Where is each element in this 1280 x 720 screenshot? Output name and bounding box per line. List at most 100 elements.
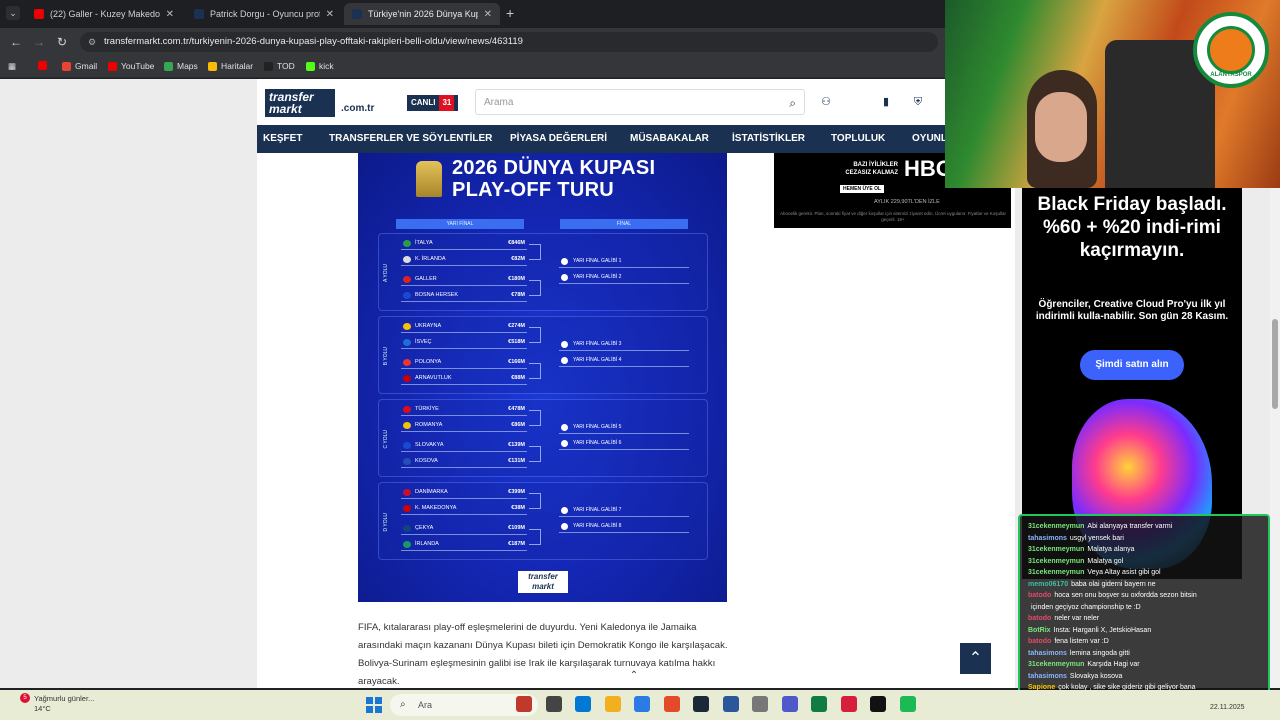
search-icon[interactable]: ⌕ (789, 90, 796, 116)
taskbar-app-icon[interactable] (634, 696, 650, 712)
team-name: POLONYA (415, 359, 442, 365)
bookmark-gmail[interactable]: Gmail (62, 61, 97, 71)
taskbar-app-icon[interactable] (840, 696, 857, 712)
team-market-value: €846M (508, 240, 525, 246)
chevron-up-icon[interactable]: ⌃ (620, 669, 648, 683)
bookmark-kick[interactable]: kick (306, 61, 334, 71)
bracket-line (529, 529, 541, 545)
tab-search-button[interactable]: ⌄ (6, 6, 20, 20)
shield-icon[interactable]: ⛨ (911, 95, 925, 109)
chat-text: Veya Altay asist gibi gol (1087, 569, 1161, 576)
flag-icon (403, 489, 411, 496)
apps-icon[interactable]: ▦ (8, 61, 16, 72)
kick-icon (306, 61, 315, 71)
team-row: K. MAKEDONYA €38M (401, 503, 527, 515)
nav-transferler[interactable]: TRANSFERLER VE SÖYLENTİLER (329, 125, 492, 153)
chat-username: 31cekenmeymun (1028, 661, 1085, 668)
bookmark-youtube-icon[interactable] (38, 61, 47, 70)
clock-date[interactable]: 22.11.2025 (1210, 704, 1245, 711)
chat-message: memo06170 baba olai giderni bayern ne (1028, 580, 1268, 589)
team-row: K. İRLANDA €82M (401, 254, 527, 266)
nav-istatistikler[interactable]: İSTATİSTİKLER (732, 125, 805, 153)
playoff-bracket-image: 2026 DÜNYA KUPASI PLAY-OFF TURU YARI FİN… (358, 153, 727, 602)
flag-icon (403, 422, 411, 429)
chat-username: 31cekenmeymun (1028, 546, 1085, 553)
bracket-group: B YOLU UKRAYNA €274M İSVEÇ €518M POLONYA €166M… (378, 316, 708, 394)
flag-icon (403, 323, 411, 330)
team-market-value: €82M (511, 256, 525, 262)
nav-piyasa-degerleri[interactable]: PİYASA DEĞERLERİ (510, 125, 607, 153)
bookmark-youtube[interactable]: YouTube (108, 61, 154, 71)
team-name: İTALYA (415, 240, 433, 246)
semi-final-winner-slot: YARI FİNAL GALİBİ 7 (559, 505, 689, 517)
taskbar-app-icon[interactable] (811, 696, 827, 712)
chat-message: 31cekenmeymun Malatya alanya (1028, 545, 1268, 554)
taskbar-app-icon[interactable] (663, 696, 680, 712)
taskbar-app-icon[interactable] (575, 696, 591, 712)
forward-icon[interactable]: → (33, 35, 45, 49)
bookmark-tod[interactable]: TOD (264, 61, 295, 71)
flag-icon (403, 256, 411, 263)
taskbar-app-icon[interactable] (604, 696, 621, 712)
taskbar-app-icon[interactable] (781, 696, 798, 712)
site-domain[interactable]: .com.tr (341, 103, 374, 114)
nav-musabakalar[interactable]: MÜSABAKALAR (630, 125, 709, 153)
taskbar-app-icon[interactable] (545, 696, 562, 712)
bookmark-haritalar[interactable]: Haritalar (208, 61, 253, 71)
nav-oyunlar[interactable]: OYUNL (912, 125, 947, 153)
taskbar-app-icon[interactable] (722, 696, 739, 712)
back-icon[interactable]: ← (10, 35, 22, 49)
bookmark-maps[interactable]: Maps (164, 61, 198, 71)
transfermarkt-logo[interactable]: transfer markt (265, 89, 335, 117)
url-bar[interactable]: ⚙ transfermarkt.com.tr/turkiyenin-2026-d… (80, 32, 938, 52)
new-tab-button[interactable]: + (506, 5, 514, 21)
chat-username: BotRix (1028, 626, 1051, 634)
team-market-value: €166M (508, 359, 525, 365)
close-icon[interactable]: ✕ (326, 9, 334, 20)
chat-text: Abi alanyaya transfer varmi (1087, 523, 1173, 530)
bookmark-icon[interactable]: ▮ (879, 95, 893, 109)
site-info-icon[interactable]: ⚙ (88, 32, 96, 52)
taskbar-app-icon[interactable] (752, 696, 768, 712)
scrollbar-thumb[interactable] (1272, 319, 1278, 409)
search-input[interactable]: Arama ⌕ (475, 89, 805, 115)
tab-turkiye-2026[interactable]: Türkiye'nin 2026 Dünya Kupası ✕ (344, 3, 500, 25)
tab-title: Patrick Dorgu - Oyuncu profili (210, 9, 320, 19)
buy-now-button[interactable]: Şimdi satın alın (1080, 350, 1184, 380)
semi-final-winner-slot: YARI FİNAL GALİBİ 6 (559, 438, 689, 450)
team-name: ARNAVUTLUK (415, 375, 452, 381)
team-market-value: €109M (508, 525, 525, 531)
nav-kesfet[interactable]: KEŞFET (263, 125, 302, 153)
nav-topluluk[interactable]: TOPLULUK (831, 125, 885, 153)
team-name: K. İRLANDA (415, 256, 446, 262)
taskbar-app-icon[interactable] (899, 696, 916, 712)
transfermarkt-icon (194, 9, 204, 19)
user-search-icon[interactable]: ⚇ (819, 95, 833, 109)
stream-chat: 31cekenmeymun Abi alanyaya transfer varmi… (1018, 514, 1270, 702)
taskbar-app-icon[interactable] (693, 696, 709, 712)
reload-icon[interactable]: ↻ (57, 35, 67, 49)
alanyaspor-logo: ALANYASPOR (1193, 12, 1269, 88)
chat-username: tahasimons (1028, 672, 1067, 680)
chat-message: batodo hoca sen onu boşver su oxfordda se… (1028, 591, 1268, 600)
taskbar-app-icon[interactable] (870, 696, 886, 712)
world-cup-trophy-icon (416, 161, 442, 197)
close-icon[interactable]: ✕ (166, 9, 174, 20)
taskbar-app-icon[interactable] (516, 696, 532, 712)
semi-final-winner-slot: YARI FİNAL GALİBİ 8 (559, 521, 689, 533)
tab-galler[interactable]: (22) Galler - Kuzey Makedonya ✕ (26, 3, 182, 25)
chat-username: batodo (1028, 615, 1052, 622)
scroll-to-top-button[interactable]: ⌃ (960, 643, 991, 674)
ad-cta[interactable]: HEMEN ÜYE OL (840, 185, 885, 193)
live-button[interactable]: CANLI 31 (407, 95, 459, 111)
bracket-group: D YOLU DANİMARKA €399M K. MAKEDONYA €38M ÇEKY… (378, 482, 708, 560)
team-market-value: €478M (508, 406, 525, 412)
graphic-title: 2026 DÜNYA KUPASI (452, 157, 656, 179)
team-market-value: €88M (511, 375, 525, 381)
close-icon[interactable]: ✕ (484, 9, 492, 20)
team-row: İTALYA €846M (401, 238, 527, 250)
tab-patrick-dorgu[interactable]: Patrick Dorgu - Oyuncu profili ✕ (186, 3, 342, 25)
windows-start-icon[interactable] (366, 697, 382, 713)
gmail-icon (62, 61, 71, 71)
flag-icon (403, 292, 411, 299)
